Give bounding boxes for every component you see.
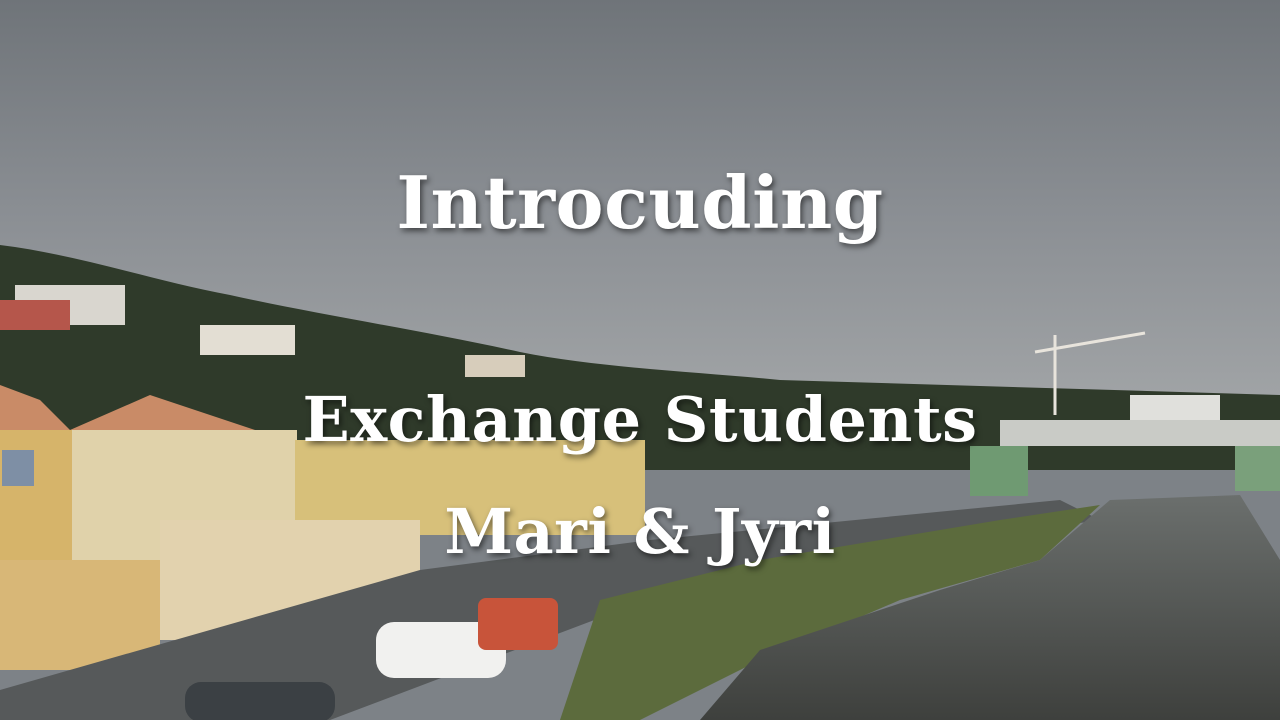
building	[0, 300, 70, 330]
title-line-1: Introcuding	[396, 160, 884, 245]
video-frame: Introcuding Exchange Students Mari & Jyr…	[0, 0, 1280, 720]
title-line-3: Mari & Jyri	[444, 495, 836, 568]
title-line-2: Exchange Students	[302, 383, 978, 456]
scene-photo	[0, 0, 1280, 720]
building	[465, 355, 525, 377]
building	[200, 325, 295, 355]
dark-car	[185, 682, 335, 720]
orange-vehicle	[478, 598, 558, 650]
